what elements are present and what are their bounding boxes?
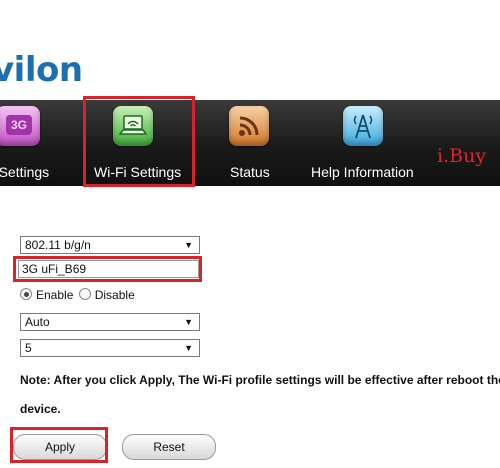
nav-item-help-information[interactable]: Help Information bbox=[300, 100, 430, 186]
apply-note: Note: After you click Apply, The Wi-Fi p… bbox=[20, 373, 500, 387]
channel-select[interactable]: 5 ▼ bbox=[20, 339, 200, 357]
brand-logo: vilon bbox=[0, 50, 83, 90]
enable-radio[interactable] bbox=[20, 288, 32, 300]
wifi-settings-highlight bbox=[83, 96, 195, 187]
3g-icon-badge: 3G bbox=[6, 115, 32, 135]
disable-radio-label: Disable bbox=[94, 288, 135, 302]
watermark: i.Buy bbox=[437, 145, 487, 167]
nav-label-status: Status bbox=[230, 164, 270, 180]
chevron-down-icon: ▼ bbox=[184, 240, 193, 250]
nav-label-help-information: Help Information bbox=[311, 164, 414, 180]
apply-highlight bbox=[10, 427, 108, 463]
broadcast-radio-group: Enable Disable bbox=[20, 288, 135, 302]
disable-radio[interactable] bbox=[78, 288, 91, 300]
security-value: Auto bbox=[25, 315, 50, 329]
ssid-highlight bbox=[13, 256, 202, 282]
3g-icon: 3G bbox=[0, 106, 40, 146]
nav-label-3g-settings: 3G Settings bbox=[0, 164, 50, 180]
wifi-mode-select[interactable]: 802.11 b/g/n ▼ bbox=[20, 236, 200, 254]
top-navbar: 3G 3G Settings Wi-Fi Settings Status bbox=[0, 100, 500, 186]
security-select[interactable]: Auto ▼ bbox=[20, 313, 200, 331]
nav-item-status[interactable]: Status bbox=[215, 100, 285, 186]
nav-item-3g-settings[interactable]: 3G 3G Settings bbox=[0, 100, 70, 186]
wifi-mode-value: 802.11 b/g/n bbox=[25, 238, 91, 252]
rss-icon bbox=[229, 106, 269, 146]
channel-value: 5 bbox=[25, 341, 32, 355]
chevron-down-icon: ▼ bbox=[184, 317, 193, 327]
apply-note-continued: device. bbox=[20, 402, 61, 416]
chevron-down-icon: ▼ bbox=[184, 343, 193, 353]
antenna-icon bbox=[343, 106, 383, 146]
reset-button[interactable]: Reset bbox=[122, 434, 216, 460]
enable-radio-label: Enable bbox=[36, 288, 74, 302]
